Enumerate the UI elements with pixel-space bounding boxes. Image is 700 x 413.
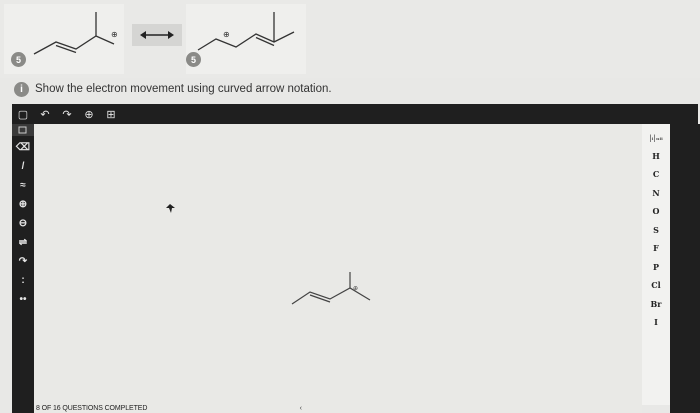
element-cl[interactable]: Cl bbox=[642, 276, 670, 295]
curved-arrow-icon[interactable]: ↷ bbox=[15, 253, 31, 269]
info-icon: i bbox=[14, 81, 29, 97]
zoom-icon[interactable]: ⊕ bbox=[82, 107, 96, 121]
left-toolbar: ⌫ / ≈ ⊕ ⊖ ⇌ ↷ : •• bbox=[12, 124, 34, 413]
drawing-canvas[interactable]: ⊕ bbox=[34, 124, 642, 413]
charge-icon: ⊕ bbox=[111, 30, 118, 39]
canvas-molecule: ⊕ bbox=[166, 204, 371, 305]
chain-icon[interactable]: ≈ bbox=[15, 177, 31, 193]
resonance-arrow-icon bbox=[140, 31, 174, 39]
right-edge-bar bbox=[670, 124, 700, 413]
progress-text: 8 OF 16 QUESTIONS COMPLETED bbox=[36, 404, 148, 412]
prev-question-icon[interactable]: ‹ bbox=[300, 405, 302, 412]
question-header: ⊕ 5 ⊕ 5 bbox=[0, 0, 700, 78]
single-bond-icon[interactable]: / bbox=[15, 158, 31, 174]
element-i[interactable]: I bbox=[642, 313, 670, 332]
element-br[interactable]: Br bbox=[642, 295, 670, 314]
charge-icon: ⊕ bbox=[223, 30, 230, 39]
resonance-structure-left: ⊕ 5 bbox=[4, 4, 124, 74]
template-icon[interactable]: ⊞ bbox=[104, 107, 118, 121]
positive-charge-icon[interactable]: ⊕ bbox=[15, 196, 31, 212]
select-icon bbox=[18, 126, 27, 134]
cursor-icon bbox=[166, 204, 175, 213]
redo-icon[interactable]: ↷ bbox=[60, 107, 74, 121]
instruction-text: Show the electron movement using curved … bbox=[35, 83, 332, 95]
periodic-table-button[interactable]: |ᵢ|ₙᵢᵢ bbox=[642, 128, 670, 147]
select-tool[interactable] bbox=[12, 124, 34, 136]
element-o[interactable]: O bbox=[642, 202, 670, 221]
instruction-row: i Show the electron movement using curve… bbox=[14, 80, 332, 98]
footer: 8 OF 16 QUESTIONS COMPLETED ‹ bbox=[34, 403, 642, 413]
arrow-icon[interactable]: ⇌ bbox=[15, 234, 31, 250]
resonance-structure-right: ⊕ 5 bbox=[186, 4, 306, 74]
resonance-arrow-box bbox=[132, 24, 182, 46]
element-n[interactable]: N bbox=[642, 184, 670, 203]
sketcher-toolbar: ▢ ↶ ↷ ⊕ ⊞ bbox=[12, 104, 698, 124]
element-f[interactable]: F bbox=[642, 239, 670, 258]
radical-icon[interactable]: •• bbox=[15, 291, 31, 307]
answer-status-badge: 5 bbox=[11, 52, 26, 67]
eraser-icon[interactable]: ⌫ bbox=[15, 139, 31, 155]
element-p[interactable]: P bbox=[642, 258, 670, 277]
element-palette: |ᵢ|ₙᵢᵢ H C N O S F P Cl Br I bbox=[642, 124, 670, 405]
undo-icon[interactable]: ↶ bbox=[38, 107, 52, 121]
element-c[interactable]: C bbox=[642, 165, 670, 184]
lone-pair-icon[interactable]: : bbox=[15, 272, 31, 288]
answer-status-badge: 5 bbox=[186, 52, 201, 67]
new-icon[interactable]: ▢ bbox=[16, 107, 30, 121]
negative-charge-icon[interactable]: ⊖ bbox=[15, 215, 31, 231]
element-h[interactable]: H bbox=[642, 147, 670, 166]
molecule-drawing: ⊕ bbox=[197, 12, 295, 51]
charge-icon: ⊕ bbox=[353, 286, 358, 292]
element-s[interactable]: S bbox=[642, 221, 670, 240]
